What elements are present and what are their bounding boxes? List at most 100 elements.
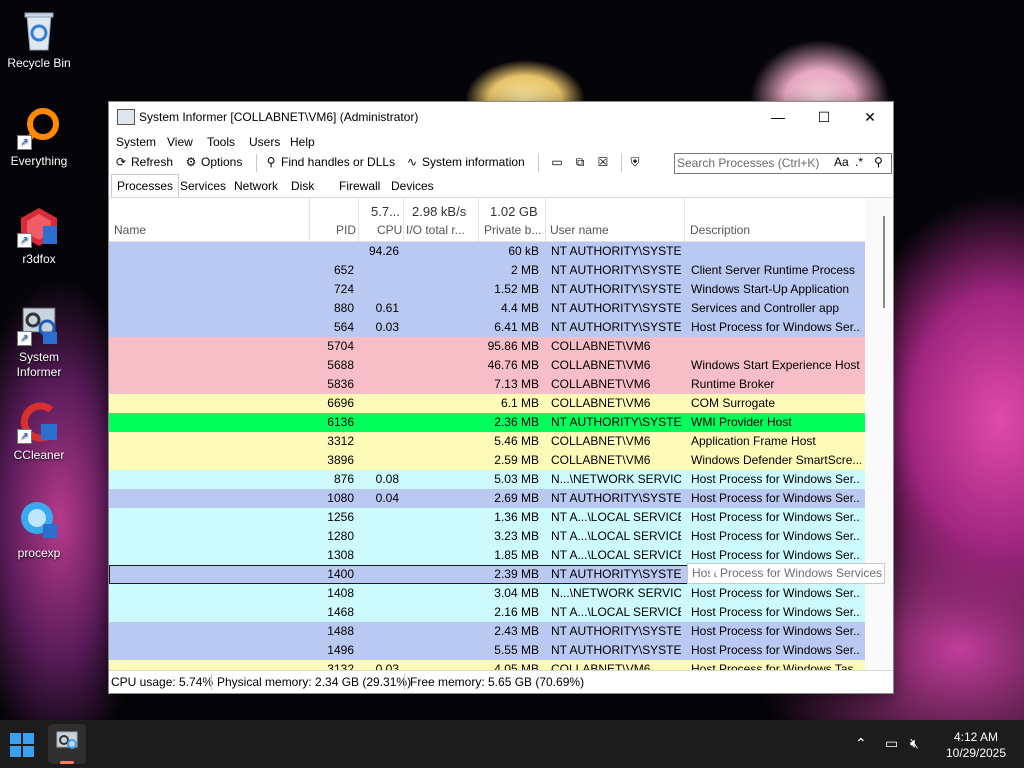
desktop-icon-label: CCleaner xyxy=(13,448,65,462)
process-row[interactable]: svchost.exe12561.36 MBNT A...\LOCAL SERV… xyxy=(109,508,865,527)
regex-toggle[interactable]: .* xyxy=(855,155,863,169)
column-cpu[interactable]: CPU xyxy=(377,223,402,237)
process-row[interactable]: smartscreen.exe38962.59 MBCOLLABNET\VM6W… xyxy=(109,451,865,470)
find-window-button[interactable]: ⧉ xyxy=(573,155,590,170)
terminate-button[interactable]: ☒ xyxy=(596,155,613,169)
process-description: Host Process for Windows Ser... xyxy=(691,320,861,334)
refresh-button[interactable]: ⟳ Refresh xyxy=(114,155,173,169)
chevron-up-icon[interactable]: ⌃ xyxy=(855,735,867,752)
process-private-bytes: 2.39 MB xyxy=(494,567,539,581)
column-divider xyxy=(684,198,685,241)
start-button[interactable] xyxy=(10,733,34,757)
process-private-bytes: 2.59 MB xyxy=(494,453,539,467)
process-row[interactable]: ⌄services.exe8800.614.4 MBNT AUTHORITY\S… xyxy=(109,299,865,318)
column-description[interactable]: Description xyxy=(690,223,750,237)
process-description: Host Process for Windows Tas... xyxy=(691,662,861,670)
tab-services[interactable]: Services xyxy=(175,175,231,197)
process-description: Windows Start-Up Application xyxy=(691,282,850,296)
process-row[interactable]: csrss.exe6522 MBNT AUTHORITY\SYSTEMClien… xyxy=(109,261,865,280)
tab-disk[interactable]: Disk xyxy=(286,175,319,197)
process-private-bytes: 2.43 MB xyxy=(494,624,539,638)
desktop-icon-everything[interactable]: ↗ Everything xyxy=(1,106,77,169)
search-input[interactable] xyxy=(677,155,827,170)
status-bar: CPU usage: 5.74% Physical memory: 2.34 G… xyxy=(109,670,893,693)
column-user-name[interactable]: User name xyxy=(550,223,609,237)
procexp-icon xyxy=(17,498,61,542)
process-row[interactable]: svchost.exe14682.16 MBNT A...\LOCAL SERV… xyxy=(109,603,865,622)
menu-tools[interactable]: Tools xyxy=(207,135,235,149)
find-window-icon: ⧉ xyxy=(575,155,585,169)
options-button[interactable]: ⚙ Options xyxy=(184,155,243,169)
scrollbar-thumb[interactable] xyxy=(883,216,885,308)
menu-help[interactable]: Help xyxy=(290,135,315,149)
shield-button[interactable]: ⛨ xyxy=(628,155,645,170)
title-bar[interactable]: System Informer [COLLABNET\VM6] (Adminis… xyxy=(109,102,893,132)
process-row[interactable]: svchost.exe8760.085.03 MBN...\NETWORK SE… xyxy=(109,470,865,489)
process-row[interactable]: ⌄wininit.exe7241.52 MBNT AUTHORITY\SYSTE… xyxy=(109,280,865,299)
process-row[interactable]: svchost.exe14882.43 MBNT AUTHORITY\SYSTE… xyxy=(109,622,865,641)
process-row[interactable]: ⌄svchost.exe5640.036.41 MBNT AUTHORITY\S… xyxy=(109,318,865,337)
process-pid: 1400 xyxy=(327,567,354,581)
process-private-bytes: 46.76 MB xyxy=(487,358,539,372)
process-row[interactable]: dllhost.exe66966.1 MBCOLLABNET\VM6COM Su… xyxy=(109,394,865,413)
menu-system[interactable]: System xyxy=(116,135,156,149)
process-private-bytes: 4.4 MB xyxy=(500,301,539,315)
desktop-icon-system-informer[interactable]: ↗ System Informer xyxy=(1,302,77,380)
process-row[interactable]: svchost.exe10800.042.69 MBNT AUTHORITY\S… xyxy=(109,489,865,508)
menu-users[interactable]: Users xyxy=(249,135,280,149)
r3dfox-icon: ↗ xyxy=(17,204,61,248)
process-user-name: NT A...\LOCAL SERVICE xyxy=(551,510,681,524)
search-icon[interactable]: ⚲ xyxy=(874,155,883,169)
match-case-toggle[interactable]: Aa xyxy=(834,155,849,169)
process-private-bytes: 7.13 MB xyxy=(494,377,539,391)
taskbar-app-system-informer[interactable] xyxy=(48,724,86,764)
tab-network[interactable]: Network xyxy=(229,175,283,197)
process-pid: 3312 xyxy=(327,434,354,448)
column-name[interactable]: Name xyxy=(114,223,146,237)
process-row[interactable]: ApplicationFrame...33125.46 MBCOLLABNET\… xyxy=(109,432,865,451)
process-row[interactable]: RuntimeBroker.exe58367.13 MBCOLLABNET\VM… xyxy=(109,375,865,394)
process-description: Windows Start Experience Host xyxy=(691,358,860,372)
process-pid: 5836 xyxy=(327,377,354,391)
clock[interactable]: 4:12 AM 10/29/2025 xyxy=(936,729,1016,761)
process-cpu: 0.61 xyxy=(375,301,399,315)
display-icon[interactable]: ▭ xyxy=(885,735,898,752)
recycle-bin-icon xyxy=(17,8,61,52)
maximize-button[interactable]: ☐ xyxy=(801,102,847,132)
desktop-icon-procexp[interactable]: procexp xyxy=(1,498,77,561)
vertical-scrollbar[interactable] xyxy=(865,198,893,670)
process-row[interactable]: svchost.exe12803.23 MBNT A...\LOCAL SERV… xyxy=(109,527,865,546)
process-description: Runtime Broker xyxy=(691,377,775,391)
column-private-bytes[interactable]: Private b... xyxy=(484,223,541,237)
minimize-button[interactable]: — xyxy=(755,102,801,132)
muted-speaker-icon[interactable]: 🔇︎ xyxy=(910,735,919,752)
column-pid[interactable]: PID xyxy=(336,223,356,237)
menu-view[interactable]: View xyxy=(167,135,193,149)
shortcut-arrow-icon: ↗ xyxy=(17,233,32,248)
process-private-bytes: 6.1 MB xyxy=(500,396,539,410)
find-handles-button[interactable]: ⚲ Find handles or DLLs xyxy=(264,155,395,169)
process-user-name: NT AUTHORITY\SYSTEM xyxy=(551,263,681,277)
tab-processes[interactable]: Processes xyxy=(111,174,180,197)
close-button[interactable]: ✕ xyxy=(847,102,893,132)
process-cpu: 0.04 xyxy=(375,491,399,505)
process-row[interactable]: ›System Idle Process94.2660 kBNT AUTHORI… xyxy=(109,242,865,261)
search-icon: ⚲ xyxy=(266,155,276,169)
process-private-bytes: 5.46 MB xyxy=(494,434,539,448)
tab-devices[interactable]: Devices xyxy=(386,175,439,197)
process-row[interactable]: ⌄svchost.exe14965.55 MBNT AUTHORITY\SYST… xyxy=(109,641,865,660)
desktop-icon-recycle-bin[interactable]: Recycle Bin xyxy=(1,8,77,71)
process-row[interactable]: StartMenuExperie...568846.76 MBCOLLABNET… xyxy=(109,356,865,375)
cpu-total: 5.7... xyxy=(371,204,400,219)
process-row[interactable]: taskhostw.exe31320.034.05 MBCOLLABNET\VM… xyxy=(109,660,865,670)
process-row[interactable]: svchost.exe14083.04 MBN...\NETWORK SERVI… xyxy=(109,584,865,603)
process-row[interactable]: WmiPrvSE.exe61362.36 MBNT AUTHORITY\SYST… xyxy=(109,413,865,432)
tab-firewall[interactable]: Firewall xyxy=(334,175,385,197)
desktop-icon-r3dfox[interactable]: ↗ r3dfox xyxy=(1,204,77,267)
desktop-icon-ccleaner[interactable]: ↗ CCleaner xyxy=(1,400,77,463)
tab-bar: Processes Services Network Disk Firewall… xyxy=(109,174,893,197)
window-icon-button[interactable]: ▭ xyxy=(550,155,567,169)
column-io[interactable]: I/O total r... xyxy=(406,223,465,237)
process-row[interactable]: SearchHost.exe570495.86 MBCOLLABNET\VM6 xyxy=(109,337,865,356)
system-information-button[interactable]: ∿ System information xyxy=(405,155,525,169)
